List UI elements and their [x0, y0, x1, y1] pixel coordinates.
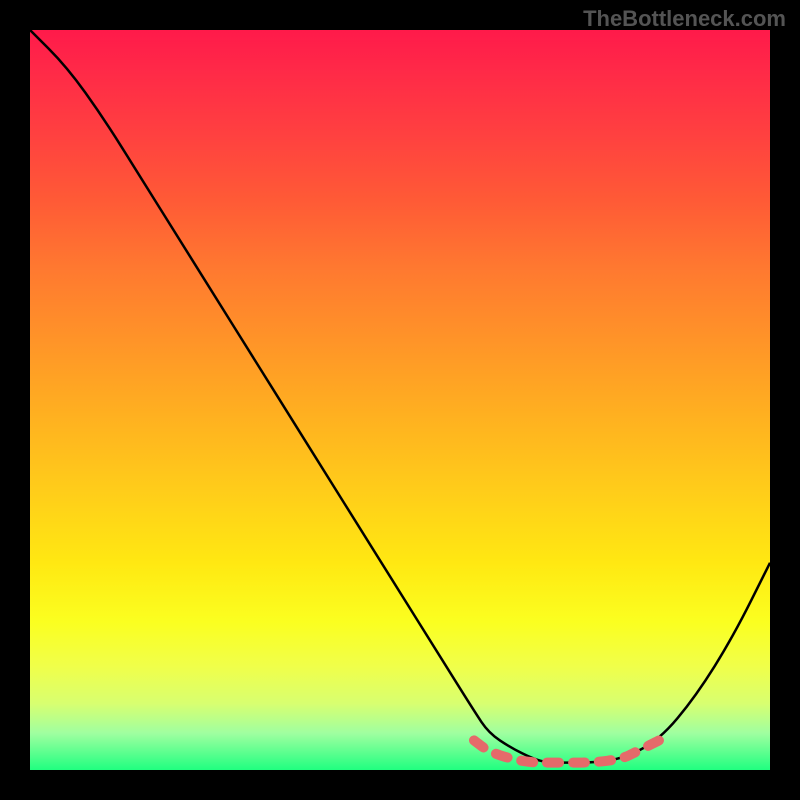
chart-svg — [30, 30, 770, 770]
optimal-zone-highlight — [474, 740, 659, 762]
bottleneck-curve — [30, 30, 770, 763]
watermark-text: TheBottleneck.com — [583, 6, 786, 32]
chart-container — [30, 30, 770, 770]
